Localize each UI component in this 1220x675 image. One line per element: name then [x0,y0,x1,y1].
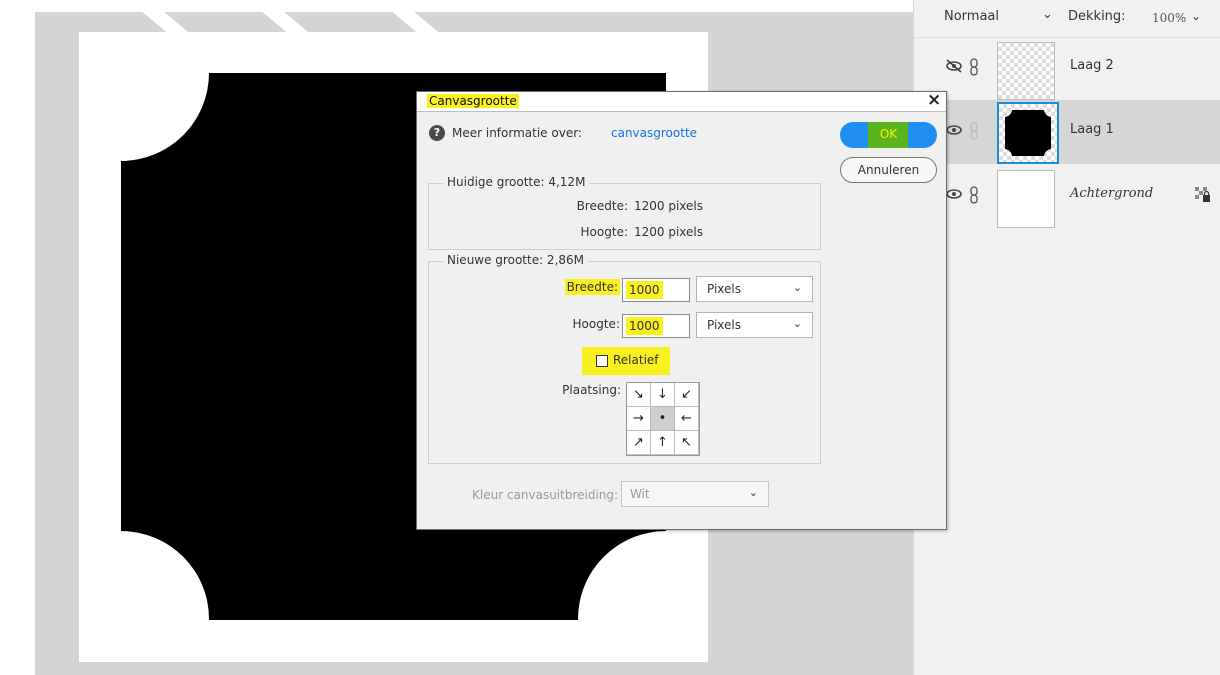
link-icon[interactable] [968,58,980,76]
layer-row-laag-2[interactable]: Laag 2 [932,36,1220,100]
dialog-titlebar[interactable]: Canvasgrootte × [417,90,946,112]
current-width-value: 1200 pixels [634,199,704,213]
link-icon[interactable] [968,186,980,204]
anchor-arrow-top-right-icon[interactable]: ↙ [675,383,699,407]
height-input-value: 1000 [626,317,663,335]
layer-name[interactable]: Achtergrond [1070,186,1153,201]
layer-row-achtergrond[interactable]: Achtergrond [932,164,1220,228]
new-width-label-text: Breedte: [564,279,620,295]
canvas-size-dialog: Canvasgrootte × ? Meer informatie over: … [416,90,947,530]
anchor-arrow-left-icon[interactable]: → [627,407,651,431]
corner-cutout-bottom-left [121,531,209,620]
layers-panel-toolbar: Normaal ⌄ Dekking: 100% ⌄ [914,0,1220,38]
anchor-arrow-top-left-icon[interactable]: ↘ [627,383,651,407]
corner-cutout-top-left [121,73,209,161]
layer-thumbnail [997,170,1055,228]
help-label: Meer informatie over: [452,126,582,140]
corner-cutout-bottom-right [578,531,666,620]
relative-checkbox-row[interactable]: Relatief [582,347,670,375]
chevron-down-icon: ⌄ [792,281,802,294]
current-size-group: Huidige grootte: 4,12M Breedte: 1200 pix… [428,175,821,250]
layers-panel: Normaal ⌄ Dekking: 100% ⌄ Laag 2 Laag 1 … [913,0,1220,675]
chevron-down-icon: ⌄ [792,317,802,330]
current-width-label: Breedte: [576,199,628,213]
anchor-arrow-bottom-right-icon[interactable]: ↖ [675,431,699,455]
width-unit-select[interactable]: Pixels ⌄ [696,276,813,302]
anchor-center-dot-icon[interactable]: • [651,407,675,431]
help-icon: ? [429,125,445,141]
anchor-arrow-right-icon[interactable]: ← [675,407,699,431]
eye-icon[interactable] [944,122,964,138]
cancel-button[interactable]: Annuleren [840,157,937,183]
opacity-value[interactable]: 100% [1152,11,1186,25]
extension-color-select[interactable]: Wit ⌄ [621,481,769,507]
width-input[interactable]: 1000 [622,278,690,302]
ok-label: OK [879,127,898,141]
extension-color-value: Wit [630,487,650,501]
height-unit-select[interactable]: Pixels ⌄ [696,312,813,338]
new-size-group: Nieuwe grootte: 2,86M Breedte: 1000 Pixe… [428,253,821,464]
layer-name[interactable]: Laag 2 [1070,58,1114,73]
chevron-down-icon[interactable]: ⌄ [1042,7,1053,22]
new-width-label: Breedte: [564,279,620,295]
height-input[interactable]: 1000 [622,314,690,338]
width-input-value: 1000 [626,281,663,299]
height-unit-value: Pixels [707,318,742,332]
layer-thumbnail [997,42,1055,100]
layer-row-laag-1[interactable]: Laag 1 [932,100,1220,164]
width-unit-value: Pixels [707,282,742,296]
anchor-arrow-top-icon[interactable]: ↓ [651,383,675,407]
relative-label[interactable]: Relatief [613,353,659,367]
chevron-down-icon[interactable]: ⌄ [1191,9,1201,23]
new-size-legend: Nieuwe grootte: 2,86M [443,253,589,267]
layer-thumbnail [997,102,1059,164]
anchor-arrow-bottom-left-icon[interactable]: ↗ [627,431,651,455]
current-height-value: 1200 pixels [634,225,704,239]
black-shape-thumbnail-icon [1005,110,1051,156]
anchor-label: Plaatsing: [562,383,621,397]
link-icon[interactable] [968,122,980,140]
anchor-arrow-bottom-icon[interactable]: ↑ [651,431,675,455]
relative-checkbox[interactable] [596,355,608,367]
close-icon[interactable]: × [927,90,941,110]
ok-button[interactable]: OK [840,122,937,148]
anchor-grid[interactable]: ↘ ↓ ↙ → • ← ↗ ↑ ↖ [626,382,700,456]
new-height-label: Hoogte: [572,317,620,331]
eye-hidden-icon[interactable] [944,58,964,74]
eye-icon[interactable] [944,186,964,202]
current-size-legend: Huidige grootte: 4,12M [443,175,590,189]
chevron-down-icon: ⌄ [748,486,758,499]
help-link[interactable]: canvasgrootte [611,126,697,140]
lock-transparency-icon[interactable] [1194,186,1212,204]
dialog-title: Canvasgrootte [427,94,519,108]
current-height-label: Hoogte: [580,225,628,239]
layer-name[interactable]: Laag 1 [1070,122,1114,137]
watermark-stroke [0,269,34,307]
blend-mode-select[interactable]: Normaal [944,9,999,24]
extension-color-label: Kleur canvasuitbreiding: [472,488,619,502]
opacity-label: Dekking: [1068,9,1126,24]
